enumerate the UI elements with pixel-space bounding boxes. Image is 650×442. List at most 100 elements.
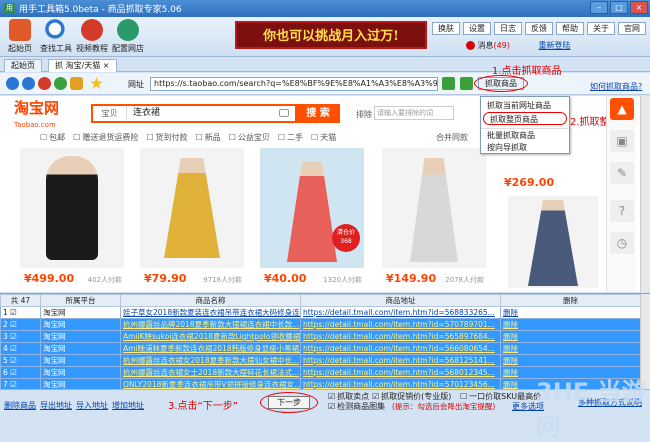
col-url[interactable]: 商品地址 [300,294,501,307]
search-button[interactable]: 搜 索 [296,104,340,123]
filter-free-shipping[interactable]: 包邮 [40,132,65,143]
product-price: ¥269.00 [504,176,555,189]
settings-button[interactable]: 设置 [463,22,491,35]
delete-products-link[interactable]: 删除商品 [4,400,36,411]
home-icon[interactable] [70,77,83,90]
filter-new[interactable]: 新品 [196,132,221,143]
star-icon[interactable] [90,77,103,89]
highlight-circle [474,75,528,92]
filter-charity[interactable]: 公益宝贝 [229,132,270,143]
page-sidebar: ▲ ▣ ✎ ? ◷ [606,96,636,292]
product-image: 清仓价 368 [260,148,364,268]
product-card[interactable]: 清仓价 368 ¥40.00 1320人付款 [260,148,364,290]
top-buttons: 换肤 设置 日志 反馈 帮助 关于 官网 [432,22,646,35]
window-title: 用手工具箱5.0beta - 商品抓取专家5.06 [19,5,182,15]
add-url-link[interactable]: 增加地址 [112,400,144,411]
tab-start-page[interactable]: 起始页 [4,59,42,72]
stop-icon[interactable] [38,77,51,90]
go-icon[interactable] [442,77,455,90]
filter-return-insurance[interactable]: 赠送退货运费险 [73,132,138,143]
about-button[interactable]: 关于 [587,22,615,35]
title-bar: 用 用手工具箱5.0beta - 商品抓取专家5.06 – □ × [0,0,650,17]
download-icon[interactable] [460,77,473,90]
website-button[interactable]: 官网 [618,22,646,35]
how-to-grab-link[interactable]: 如何抓取商品? [590,81,642,92]
menu-item-grab-current-url[interactable]: 抓取当前网址商品 [481,99,569,112]
toolbar-config-store[interactable]: 配置网店 [110,19,146,54]
filter-cod[interactable]: 货到付款 [146,132,188,143]
promo-banner[interactable]: 你也可以挑战月入过万! [235,21,427,49]
product-card[interactable]: ¥499.00 402人付款 [20,148,124,290]
help-icon[interactable]: ? [610,200,634,222]
product-image [382,148,486,268]
product-image [20,148,124,268]
toolbar-find-tools[interactable]: 查找工具 [38,19,74,54]
menu-item-grab-whole-page[interactable]: 抓取整页商品 [483,112,567,125]
table-row[interactable]: 5 ☑ 淘宝网 杭州娜露丝连衣裙女2018夏季新款大摆仙女裙中长... https:/… [0,354,641,367]
highlight-circle [260,392,318,413]
search-box[interactable]: 宝贝 连衣裙 [91,104,297,123]
toolbar-home[interactable]: 起始页 [2,19,38,54]
url-input[interactable]: https://s.taobao.com/search?q=%E8%BF%9E%… [150,77,438,91]
exclude-input[interactable]: 请输入要排除的词 [374,106,454,120]
table-row[interactable]: 3 ☑ 淘宝网 AmiiK映sukoi连衣裙2018夏新款Lightpolo领收腰裙… [0,330,641,343]
close-icon[interactable]: × [103,61,110,70]
exclude-label: 排除 [356,110,372,119]
feedback-button[interactable]: 反馈 [525,22,553,35]
maximize-button[interactable]: □ [610,1,628,14]
camera-icon[interactable] [279,109,289,117]
toolbar-video[interactable]: 视频教程 [74,19,110,54]
filter-second-hand[interactable]: 二手 [278,132,303,143]
filter-row: 包邮 赠送退货运费险 货到付款 新品 公益宝贝 二手 天猫 [40,132,336,143]
col-platform[interactable]: 所属平台 [40,294,121,307]
step1-annotation: 1.点击抓取商品 [492,66,562,77]
help-button[interactable]: 帮助 [556,22,584,35]
filter-tmall[interactable]: 天猫 [311,132,336,143]
message-icon [466,41,475,50]
close-button[interactable]: × [630,1,648,14]
product-paid-count: 2078人付款 [445,276,484,284]
tab-taobao[interactable]: 抓 淘宝/天猫 × [48,59,117,72]
table-header: 共 47 所属平台 商品名称 商品地址 删除 [0,294,641,307]
menu-item-batch-grab[interactable]: 批量抓取商品 [481,128,569,141]
back-icon[interactable] [6,77,19,90]
minimize-button[interactable]: – [590,1,608,14]
product-paid-count: 9718人付款 [203,276,242,284]
hint-text: (提示：勾选后会降出淘宝提醒) [392,402,496,411]
product-card[interactable]: ¥269.00 [500,148,600,290]
search-input[interactable]: 连衣裙 [133,106,160,121]
skin-button[interactable]: 换肤 [432,22,460,35]
product-price: ¥79.90 [144,272,187,285]
gift-icon[interactable]: ▣ [610,130,634,152]
refresh-icon[interactable] [54,77,67,90]
table-row[interactable]: 4 ☑ 淘宝网 Ami映浦林夏季新款连衣裙2018韩版修身显瘦小黑裙... https… [0,342,641,355]
page-scrollbar[interactable] [640,96,650,292]
product-card[interactable]: ¥149.90 2078人付款 [382,148,486,290]
product-image [140,148,244,268]
relogin-link[interactable]: 重新登陆 [539,41,571,50]
col-total: 共 47 [0,294,41,307]
col-name[interactable]: 商品名称 [120,294,301,307]
table-row[interactable]: 1 ☑ 淘宝网 娃子草女2018新款夏装连衣裙吊带连衣裙大码修身连... https:… [0,306,641,319]
merge-same-label[interactable]: 合并同款 [436,132,468,143]
menu-item-wizard-grab[interactable]: 按向导抓取 [481,141,569,154]
url-label: 网址 [128,80,144,89]
import-urls-link[interactable]: 导入地址 [76,400,108,411]
log-button[interactable]: 日志 [494,22,522,35]
search-category[interactable]: 宝贝 [93,106,127,121]
check-images-checkbox[interactable]: 检测商品图集 [328,401,385,412]
col-delete[interactable]: 删除 [500,294,641,307]
table-row[interactable]: 2 ☑ 淘宝网 杭州娜露丝品牌2018夏季新款大摆裙连衣裙中长款... https:/… [0,318,641,331]
window-controls: – □ × [590,1,648,14]
product-price: ¥40.00 [264,272,307,285]
product-price: ¥149.90 [386,272,437,285]
forward-icon[interactable] [22,77,35,90]
export-urls-link[interactable]: 导出地址 [40,400,72,411]
history-icon[interactable]: ◷ [610,232,634,254]
product-card[interactable]: ¥79.90 9718人付款 [140,148,244,290]
product-paid-count: 402人付款 [87,276,122,284]
taobao-logo[interactable]: 淘宝网 Taobao.com [14,100,80,130]
messages-label[interactable]: 消息 [478,41,494,50]
edit-icon[interactable]: ✎ [610,162,634,184]
back-to-top-icon[interactable]: ▲ [610,98,634,120]
